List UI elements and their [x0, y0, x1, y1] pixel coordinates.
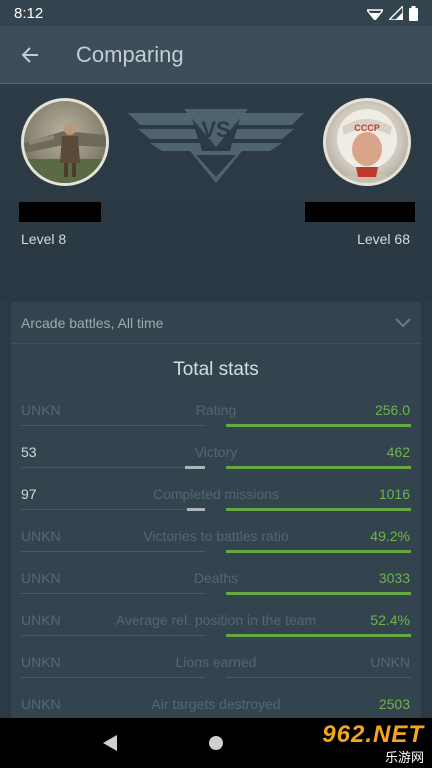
stat-right-bar	[226, 424, 411, 427]
stat-row-deaths: UNKN Deaths 3033	[11, 564, 421, 606]
stat-row-average-position: UNKN Average rel. position in the team 5…	[11, 606, 421, 648]
stat-name: Air targets destroyed	[151, 696, 281, 712]
stat-right-bar	[226, 634, 411, 637]
stat-name: Completed missions	[152, 486, 280, 502]
stat-left-bar	[21, 635, 205, 636]
stat-row-completed-missions: 97 Completed missions 1016	[11, 480, 421, 522]
player-right-level: Level 68	[357, 231, 410, 247]
stat-right-bar	[226, 508, 411, 511]
stat-row-lions-earned: UNKN Lions earned UNKN	[11, 648, 421, 690]
status-bar: 8:12	[0, 0, 432, 26]
stat-row-victory: 53 Victory 462	[11, 438, 421, 480]
stat-left-bar	[21, 593, 205, 594]
nav-home-icon[interactable]	[208, 735, 224, 751]
player-left-name-redacted	[19, 202, 101, 222]
nav-back-icon[interactable]	[102, 734, 118, 752]
stat-row-victories-ratio: UNKN Victories to battles ratio 49.2%	[11, 522, 421, 564]
battery-icon	[409, 5, 418, 21]
status-time: 8:12	[14, 4, 44, 22]
stat-left-bar	[21, 677, 205, 678]
player-right-name-redacted	[305, 202, 415, 222]
cosmonaut-photo: CCCP	[334, 109, 400, 183]
player-left-avatar[interactable]	[21, 98, 109, 186]
stat-right-value: UNKN	[370, 654, 410, 670]
stat-right-bar	[226, 592, 411, 595]
vs-text: VS	[201, 117, 230, 142]
stat-right-value: 2503	[378, 696, 410, 712]
stat-left-bar	[21, 425, 205, 426]
svg-text:CCCP: CCCP	[354, 123, 380, 133]
player-right-avatar[interactable]: CCCP	[323, 98, 411, 186]
stat-right-value: 462	[386, 444, 410, 460]
stat-right-value: 49.2%	[370, 528, 410, 544]
stat-left-bar	[21, 508, 205, 511]
watermark-subtext: 乐游网	[384, 749, 424, 765]
player-left-level: Level 8	[21, 231, 67, 247]
section-title: Total stats	[173, 359, 259, 380]
versus-emblem: VS	[128, 109, 304, 183]
stats-list: UNKN Rating 256.0 53 Victory 462 97 Comp…	[11, 396, 421, 732]
arrow-back-icon	[21, 46, 38, 63]
players-header: VS CCCP Level 8 Level 68	[0, 85, 432, 300]
stat-row-rating: UNKN Rating 256.0	[11, 396, 421, 438]
stat-right-value: 1016	[378, 486, 410, 502]
stat-right-value: 256.0	[374, 402, 410, 418]
mode-filter-dropdown[interactable]: Arcade battles, All time	[11, 302, 421, 344]
wifi-icon	[367, 9, 383, 20]
stat-right-bar	[226, 677, 411, 678]
stat-name: Lions earned	[175, 654, 257, 670]
app-bar: Comparing	[0, 26, 432, 84]
mode-filter-label: Arcade battles, All time	[21, 314, 164, 331]
stat-left-bar	[21, 466, 205, 469]
stat-name: Victories to battles ratio	[143, 528, 289, 544]
stat-name: Victory	[194, 444, 238, 460]
page-title: Comparing	[76, 41, 184, 67]
stat-name: Average rel. position in the team	[115, 612, 317, 628]
stat-right-value: 52.4%	[370, 612, 410, 628]
stat-right-value: 3033	[378, 570, 410, 586]
stat-left-bar	[21, 551, 205, 552]
signal-icon	[389, 6, 403, 20]
stat-name: Deaths	[193, 570, 239, 586]
pilot-photo	[24, 123, 106, 183]
watermark-logo-text: 962.NET	[322, 720, 424, 748]
stat-right-bar	[226, 466, 411, 469]
stat-name: Rating	[195, 402, 237, 418]
back-button[interactable]	[0, 26, 60, 84]
stats-card: Arcade battles, All time Total stats UNK…	[11, 302, 421, 722]
stat-right-bar	[226, 550, 411, 553]
chevron-down-icon	[395, 317, 411, 327]
site-watermark: 962.NET 乐游网	[300, 718, 432, 768]
